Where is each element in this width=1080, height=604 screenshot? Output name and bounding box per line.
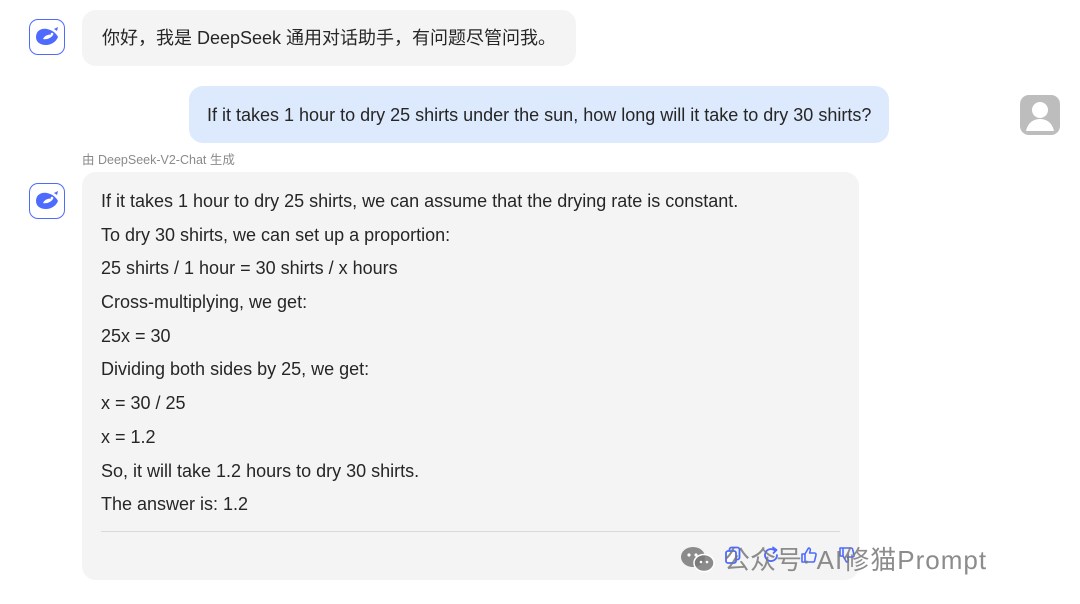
answer-line: To dry 30 shirts, we can set up a propor… (101, 224, 451, 245)
answer-line: x = 1.2 (101, 426, 156, 447)
user-avatar (1020, 95, 1060, 135)
wechat-icon (681, 547, 715, 573)
answer-line: The answer is: 1.2 (101, 494, 249, 515)
user-message-bubble: If it takes 1 hour to dry 25 shirts unde… (189, 86, 890, 143)
greeting-text: 你好，我是 DeepSeek 通用对话助手，有问题尽管问我。 (102, 28, 557, 48)
answer-line: 25x = 30 (101, 325, 171, 346)
answer-line: So, it will take 1.2 hours to dry 30 shi… (101, 460, 420, 481)
user-message-text: If it takes 1 hour to dry 25 shirts unde… (207, 105, 872, 125)
watermark-prefix: 公众号· (724, 545, 811, 575)
model-label: 由 DeepSeek-V2-Chat 生成 (82, 153, 235, 167)
deepseek-whale-icon (36, 27, 58, 45)
answer-line: Dividing both sides by 25, we get: (101, 359, 370, 380)
answer-line: 25 shirts / 1 hour = 30 shirts / x hours (101, 258, 398, 279)
answer-line: If it takes 1 hour to dry 25 shirts, we … (101, 191, 739, 211)
answer-line: Cross-multiplying, we get: (101, 292, 308, 313)
assistant-avatar (29, 19, 65, 55)
assistant-avatar (29, 183, 65, 219)
user-avatar-icon (1026, 102, 1054, 131)
assistant-answer-bubble: If it takes 1 hour to dry 25 shirts, we … (82, 172, 859, 580)
watermark-brand: AI修猫Prompt (816, 545, 988, 575)
answer-divider (101, 531, 840, 532)
assistant-greeting-bubble: 你好，我是 DeepSeek 通用对话助手，有问题尽管问我。 (82, 10, 577, 66)
watermark: 公众号· AI修猫Prompt (678, 543, 987, 577)
answer-line: x = 30 / 25 (101, 393, 186, 414)
deepseek-whale-icon (36, 191, 58, 209)
